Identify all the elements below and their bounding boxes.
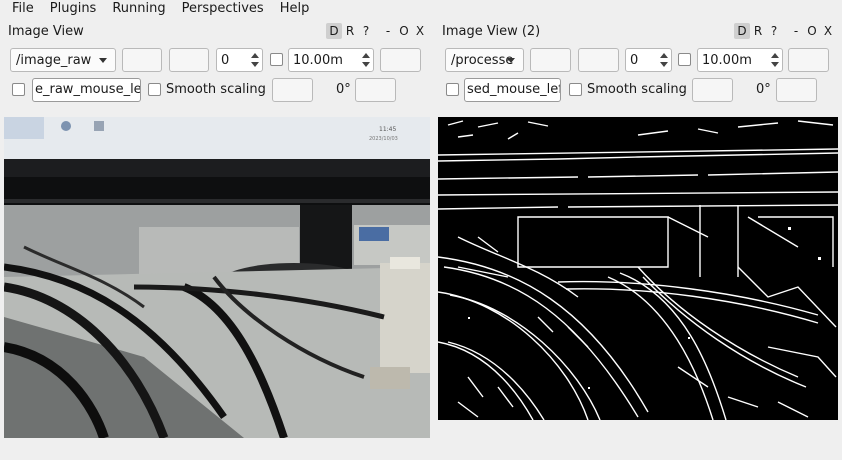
- max-range-spinbox[interactable]: 10.00m: [697, 48, 783, 72]
- max-range-value: 10.00m: [293, 52, 343, 68]
- max-range-spinbox[interactable]: 10.00m: [288, 48, 374, 72]
- reload-button[interactable]: R: [342, 23, 358, 39]
- dynamic-range-checkbox[interactable]: [270, 53, 283, 66]
- pane-title: Image View (2): [442, 24, 541, 39]
- screen-clock: 11:45: [379, 126, 396, 133]
- dock-button[interactable]: D: [326, 23, 342, 39]
- raw-camera-image[interactable]: 11:45 2023/10/03: [4, 117, 430, 438]
- spin-arrows-icon[interactable]: [361, 52, 371, 68]
- refresh-topics-button[interactable]: [530, 48, 571, 72]
- menu-file[interactable]: File: [4, 0, 42, 18]
- pane-title: Image View: [8, 24, 84, 39]
- menu-plugins[interactable]: Plugins: [42, 0, 105, 18]
- smooth-scaling-checkbox[interactable]: [148, 83, 161, 96]
- close-button[interactable]: X: [820, 23, 836, 39]
- spin-value: 0: [221, 52, 230, 68]
- num-gridlines-spinbox[interactable]: 0: [216, 48, 263, 72]
- colormap-button[interactable]: [788, 48, 829, 72]
- smooth-scaling-checkbox[interactable]: [569, 83, 582, 96]
- rotation-label: 0°: [756, 82, 771, 97]
- topic-combo-value: /image_raw: [16, 52, 92, 68]
- minimize-button[interactable]: -: [788, 23, 804, 39]
- topic-combo-value: /processe: [451, 52, 514, 68]
- spin-arrows-icon[interactable]: [770, 52, 780, 68]
- title-buttons: D R ? - O X: [734, 23, 836, 39]
- save-image-button[interactable]: [169, 48, 209, 72]
- spin-value: 0: [630, 52, 639, 68]
- menu-running[interactable]: Running: [104, 0, 173, 18]
- chevron-down-icon: [99, 58, 107, 63]
- float-button[interactable]: O: [804, 23, 820, 39]
- publish-click-checkbox[interactable]: [446, 83, 459, 96]
- refresh-topics-button[interactable]: [122, 48, 162, 72]
- float-button[interactable]: O: [396, 23, 412, 39]
- help-button[interactable]: ?: [358, 23, 374, 39]
- topic-combo[interactable]: /image_raw: [10, 48, 116, 72]
- smooth-scaling-label: Smooth scaling: [166, 82, 266, 97]
- rotation-label: 0°: [336, 82, 351, 97]
- publish-click-checkbox[interactable]: [12, 83, 25, 96]
- minimize-button[interactable]: -: [380, 23, 396, 39]
- image-view-pane-right: Image View (2) D R ? - O X /processe 0 1…: [438, 18, 842, 460]
- save-image-button[interactable]: [578, 48, 619, 72]
- chevron-down-icon: [507, 58, 515, 63]
- camera-photo: 11:45 2023/10/03: [4, 117, 430, 438]
- mouse-topic-field[interactable]: e_raw_mouse_left: [32, 78, 141, 102]
- spin-arrows-icon[interactable]: [250, 52, 260, 68]
- menu-perspectives[interactable]: Perspectives: [174, 0, 272, 18]
- colormap-button[interactable]: [380, 48, 421, 72]
- num-gridlines-spinbox[interactable]: 0: [625, 48, 672, 72]
- menu-help[interactable]: Help: [272, 0, 318, 18]
- processed-edge-image[interactable]: [438, 117, 838, 420]
- close-button[interactable]: X: [412, 23, 428, 39]
- rotate-left-button[interactable]: [692, 78, 733, 102]
- max-range-value: 10.00m: [702, 52, 752, 68]
- title-buttons: D R ? - O X: [326, 23, 428, 39]
- edge-picture: [438, 117, 838, 420]
- spin-arrows-icon[interactable]: [659, 52, 669, 68]
- smooth-scaling-label: Smooth scaling: [587, 82, 687, 97]
- help-button[interactable]: ?: [766, 23, 782, 39]
- mouse-topic-field[interactable]: sed_mouse_left: [464, 78, 561, 102]
- rotate-right-button[interactable]: [776, 78, 817, 102]
- rotate-left-button[interactable]: [272, 78, 313, 102]
- screen-date: 2023/10/03: [369, 136, 398, 142]
- menu-bar: File Plugins Running Perspectives Help: [0, 0, 842, 18]
- topic-combo[interactable]: /processe: [445, 48, 524, 72]
- dock-button[interactable]: D: [734, 23, 750, 39]
- image-view-pane-left: Image View D R ? - O X /image_raw 0 10.0…: [0, 18, 434, 460]
- dynamic-range-checkbox[interactable]: [678, 53, 691, 66]
- rotate-right-button[interactable]: [355, 78, 396, 102]
- reload-button[interactable]: R: [750, 23, 766, 39]
